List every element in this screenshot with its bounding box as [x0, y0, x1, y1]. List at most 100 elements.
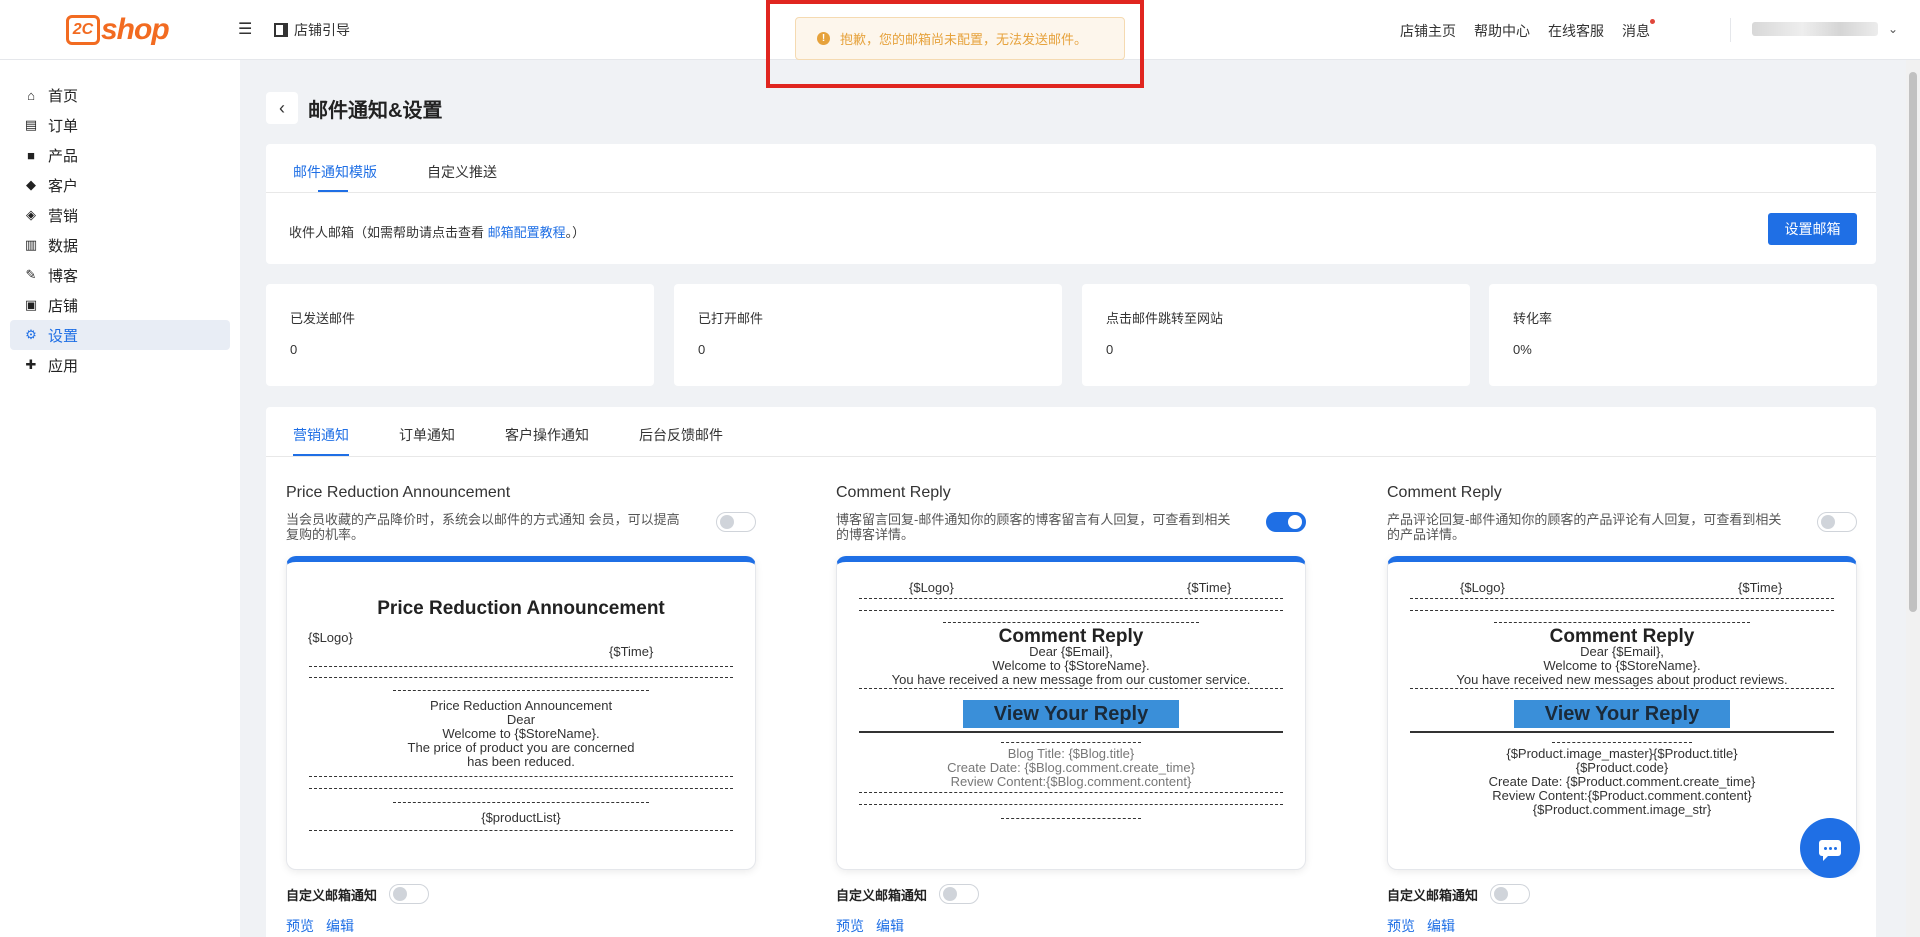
view-your-reply-button: View Your Reply	[963, 700, 1179, 728]
tab-admin-feedback[interactable]: 后台反馈邮件	[639, 425, 723, 445]
template-preview[interactable]: {$Logo} {$Time} Comment Reply Dear {$Ema…	[1387, 556, 1857, 870]
preview-link[interactable]: 预览	[1387, 916, 1415, 936]
preview-line: Welcome to {$StoreName}.	[442, 726, 600, 741]
logo-mark: 2C	[66, 15, 100, 45]
stat-card-conversion: 转化率 0%	[1489, 284, 1877, 386]
preview-heading: Price Reduction Announcement	[377, 598, 665, 619]
chevron-down-icon: ⌄	[1888, 22, 1899, 36]
template-preview[interactable]: {$Logo} {$Time} Comment Reply Dear {$Ema…	[836, 556, 1306, 870]
sidebar-item-store[interactable]: ▣ 店铺	[10, 290, 230, 320]
preview-separator	[859, 792, 1283, 793]
edit-icon: ✎	[25, 267, 37, 282]
sidebar-item-blog[interactable]: ✎ 博客	[10, 260, 230, 290]
puzzle-icon: ✚	[25, 357, 37, 372]
preview-detail: Create Date: {$Product.comment.create_ti…	[1488, 774, 1756, 789]
template-preview[interactable]: Price Reduction Announcement {$Logo} {$T…	[286, 556, 756, 870]
preview-time: {$Time}	[609, 644, 654, 659]
custom-email-toggle[interactable]	[939, 884, 980, 904]
preview-line: You have received new messages about pro…	[1456, 672, 1788, 687]
stat-label: 转化率	[1513, 311, 1553, 326]
template-description: 博客留言回复-邮件通知你的顾客的博客留言有人回复，可查看到相关的博客详情。	[836, 512, 1231, 542]
setup-email-button[interactable]: 设置邮箱	[1768, 213, 1857, 245]
preview-detail: Blog Title: {$Blog.title}	[1007, 746, 1135, 761]
user-menu[interactable]: ⌄	[1752, 22, 1898, 36]
preview-logo: {$Logo}	[1460, 580, 1505, 595]
sidebar-item-label: 应用	[48, 357, 79, 375]
sidebar-item-products[interactable]: ■ 产品	[10, 140, 230, 170]
edit-link[interactable]: 编辑	[326, 916, 354, 936]
preview-line: The price of product you are concerned	[407, 740, 635, 755]
template-enable-toggle[interactable]	[1817, 512, 1857, 532]
preview-separator	[859, 598, 1283, 599]
tab-custom-push[interactable]: 自定义推送	[427, 162, 497, 182]
tab-customer-action-notify[interactable]: 客户操作通知	[505, 425, 589, 445]
preview-time: {$Time}	[1738, 580, 1783, 595]
nav-messages[interactable]: 消息	[1622, 19, 1655, 41]
template-enable-toggle[interactable]	[716, 512, 756, 532]
recipient-email-row: 收件人邮箱（如需帮助请点击查看 邮箱配置教程。）	[289, 222, 585, 241]
sidebar-item-label: 客户	[48, 177, 79, 195]
tab-marketing-notify[interactable]: 营销通知	[293, 425, 349, 445]
recipient-label: 收件人邮箱（如需帮助请点击查看	[289, 225, 488, 240]
custom-email-toggle[interactable]	[389, 884, 430, 904]
preview-line: Welcome to {$StoreName}.	[992, 658, 1150, 673]
preview-separator	[1410, 598, 1834, 599]
tab-email-templates[interactable]: 邮件通知模版	[293, 162, 377, 182]
preview-time: {$Time}	[1187, 580, 1232, 595]
nav-store-home[interactable]: 店铺主页	[1400, 21, 1456, 41]
sidebar: ⌂ 首页 ▤ 订单 ■ 产品 ◆ 客户 ◈ 营销 ▥ 数据 ✎ 博客 ▣ 店铺 ⚙ 设置 ✚ 应用	[0, 60, 240, 937]
page-scrollbar[interactable]	[1906, 60, 1920, 937]
sidebar-item-apps[interactable]: ✚ 应用	[10, 350, 230, 380]
sidebar-item-marketing[interactable]: ◈ 营销	[10, 200, 230, 230]
template-actions: 预览 编辑	[286, 916, 354, 936]
warning-alert: ! 抱歉，您的邮箱尚未配置，无法发送邮件。	[795, 17, 1125, 60]
custom-email-label: 自定义邮箱通知	[286, 887, 378, 903]
preview-line: Dear {$Email},	[1580, 644, 1664, 659]
preview-link[interactable]: 预览	[836, 916, 864, 936]
header-divider	[1730, 18, 1731, 42]
preview-link[interactable]: 预览	[286, 916, 314, 936]
alert-message: 抱歉，您的邮箱尚未配置，无法发送邮件。	[840, 32, 1088, 47]
edit-link[interactable]: 编辑	[1427, 916, 1455, 936]
sidebar-item-home[interactable]: ⌂ 首页	[10, 80, 230, 110]
nav-help-center[interactable]: 帮助中心	[1474, 21, 1530, 41]
preview-separator	[309, 677, 733, 678]
stat-card-clicked: 点击邮件跳转至网站 0	[1082, 284, 1470, 386]
preview-separator	[393, 690, 649, 691]
nav-online-service[interactable]: 在线客服	[1548, 21, 1604, 41]
preview-line: You have received a new message from our…	[891, 672, 1251, 687]
account-name-redacted	[1752, 22, 1878, 36]
sidebar-item-data[interactable]: ▥ 数据	[10, 230, 230, 260]
store-guide-label: 店铺引导	[294, 22, 350, 38]
email-config-tutorial-link[interactable]: 邮箱配置教程	[488, 225, 566, 240]
custom-email-label: 自定义邮箱通知	[1387, 887, 1479, 903]
sidebar-item-label: 店铺	[48, 297, 79, 315]
edit-link[interactable]: 编辑	[876, 916, 904, 936]
custom-email-row: 自定义邮箱通知	[1387, 884, 1531, 904]
preview-separator	[859, 804, 1283, 805]
stat-label: 点击邮件跳转至网站	[1106, 311, 1224, 326]
tag-icon: ◈	[26, 207, 36, 222]
template-description: 产品评论回复-邮件通知你的顾客的产品评论有人回复，可查看到相关的产品详情。	[1387, 512, 1782, 542]
menu-toggle-icon[interactable]: ☰	[238, 19, 256, 38]
sidebar-item-customers[interactable]: ◆ 客户	[10, 170, 230, 200]
stat-value: 0	[290, 342, 298, 357]
book-icon	[274, 23, 288, 37]
sidebar-item-orders[interactable]: ▤ 订单	[10, 110, 230, 140]
logo[interactable]: 2C shop	[66, 12, 170, 48]
preview-detail: Review Content:{$Blog.comment.content}	[950, 774, 1192, 789]
tab-order-notify[interactable]: 订单通知	[399, 425, 455, 445]
template-enable-toggle[interactable]	[1266, 512, 1306, 532]
preview-separator	[309, 666, 733, 667]
store-guide-link[interactable]: 店铺引导	[274, 20, 350, 40]
scrollbar-thumb[interactable]	[1909, 72, 1917, 612]
template-title: Comment Reply	[836, 484, 951, 501]
stat-card-opened: 已打开邮件 0	[674, 284, 1062, 386]
chat-button[interactable]	[1800, 818, 1860, 878]
custom-email-toggle[interactable]	[1490, 884, 1531, 904]
preview-separator	[1410, 731, 1834, 733]
sidebar-item-settings[interactable]: ⚙ 设置	[10, 320, 230, 350]
chevron-left-icon: ‹	[279, 97, 285, 118]
back-button[interactable]: ‹	[266, 92, 298, 124]
template-title: Comment Reply	[1387, 484, 1502, 501]
